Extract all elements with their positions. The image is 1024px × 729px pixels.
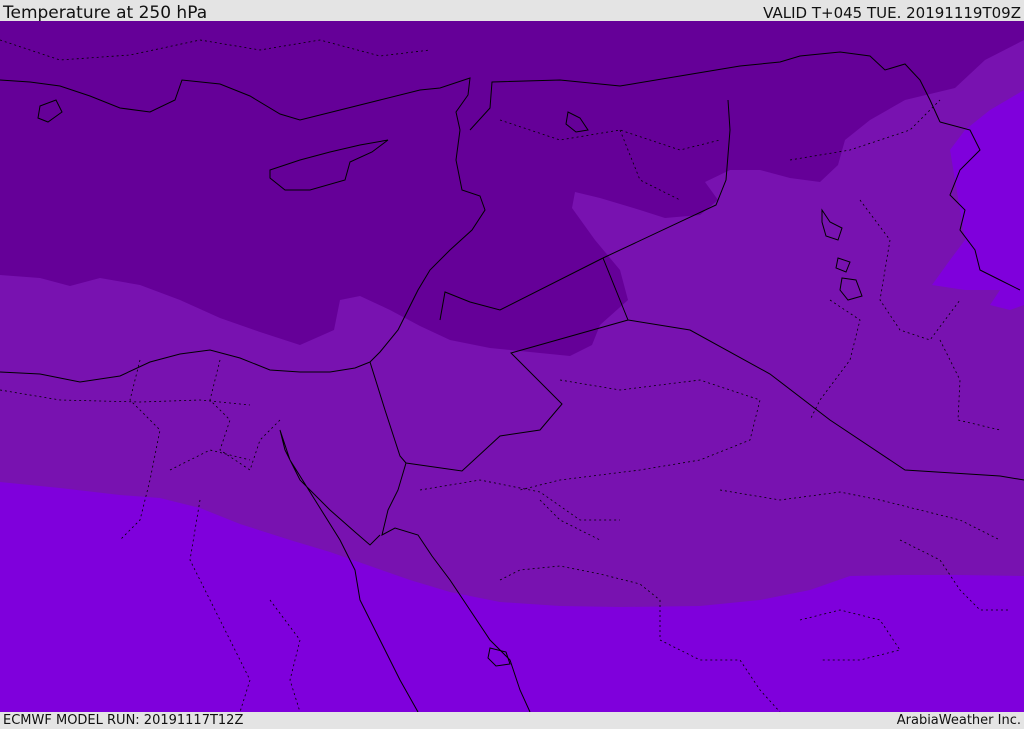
map-title: Temperature at 250 hPa [3, 3, 208, 23]
credit-label: ArabiaWeather Inc. [896, 713, 1021, 728]
map-header: Temperature at 250 hPa VALID T+045 TUE. … [0, 0, 1024, 23]
model-run-label: ECMWF MODEL RUN: 20191117T12Z [3, 713, 244, 728]
map-footer: ECMWF MODEL RUN: 20191117T12Z ArabiaWeat… [0, 712, 1024, 729]
valid-time: VALID T+045 TUE. 20191119T09Z [763, 4, 1021, 22]
weather-map[interactable] [0, 21, 1024, 712]
